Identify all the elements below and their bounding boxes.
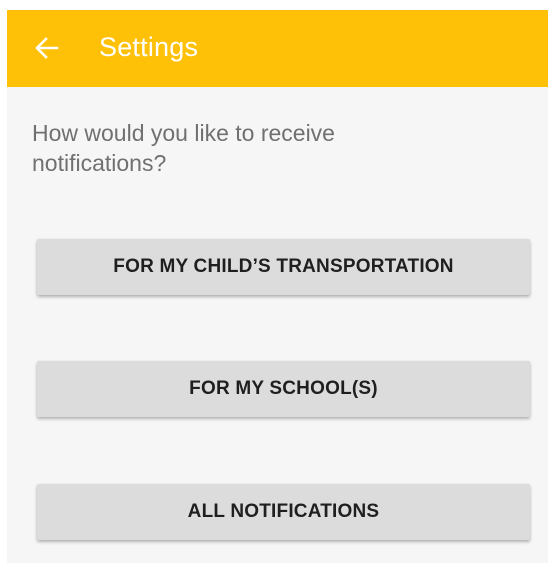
arrow-left-icon[interactable] xyxy=(33,34,61,62)
all-notifications-button[interactable]: ALL NOTIFICATIONS xyxy=(37,484,530,540)
settings-screen: Settings How would you like to receive n… xyxy=(7,10,548,563)
my-schools-button[interactable]: FOR MY SCHOOL(S) xyxy=(37,361,530,417)
child-transportation-button[interactable]: FOR MY CHILD’S TRANSPORTATION xyxy=(37,239,530,295)
app-bar: Settings xyxy=(7,10,548,87)
page-title: Settings xyxy=(99,32,199,62)
notification-prompt: How would you like to receive notificati… xyxy=(32,120,335,176)
